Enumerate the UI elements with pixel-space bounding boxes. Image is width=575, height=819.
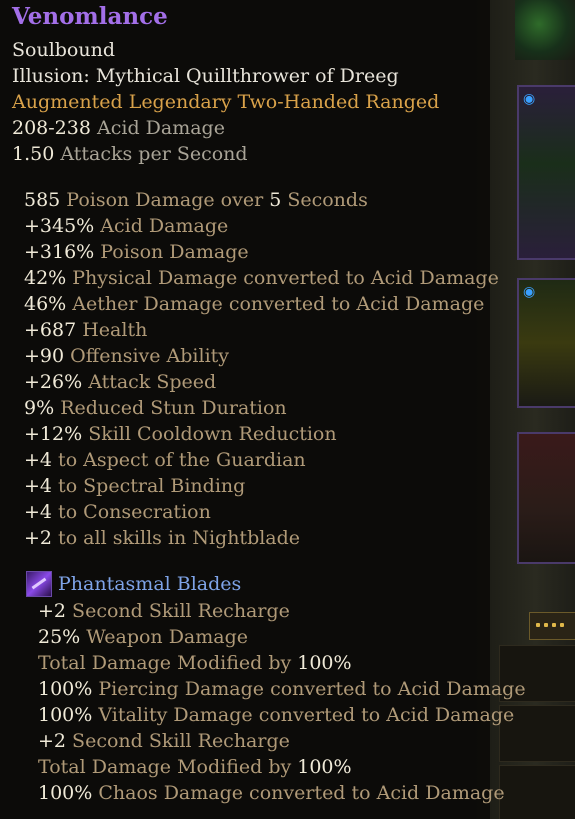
stat-value: 100%: [38, 704, 93, 726]
stat-label: Health: [76, 319, 148, 341]
stat-value: +2: [38, 600, 67, 622]
stat-label: Total Damage Modified by: [38, 756, 292, 778]
stat-line: 585 Poison Damage over 5 Seconds: [24, 187, 368, 213]
stat-label: Physical Damage converted to Acid Damage: [66, 267, 499, 289]
stat-label: Reduced Stun Duration: [54, 397, 287, 419]
stat-value: +4: [24, 475, 53, 497]
item-binding: Soulbound: [12, 39, 116, 61]
stat-line: +90 Offensive Ability: [24, 343, 229, 369]
stat-label: Weapon Damage: [80, 626, 249, 648]
stat-label: Seconds: [281, 189, 368, 211]
stat-value: +90: [24, 345, 65, 367]
stat-value: 100%: [291, 756, 352, 778]
stat-value: +2: [38, 730, 67, 752]
stat-line: +687 Health: [24, 317, 147, 343]
stat-label: to Consecration: [52, 501, 211, 523]
equipment-slot-belt[interactable]: [499, 765, 575, 819]
game-screen: ◉ ◉ Venomlance Soulbound Illusion: Mythi…: [0, 0, 575, 819]
stat-line: +4 to Aspect of the Guardian: [24, 447, 306, 473]
skill-modifier-line: 100% Chaos Damage converted to Acid Dama…: [38, 780, 505, 806]
skill-modifier-line: 100% Piercing Damage converted to Acid D…: [38, 676, 526, 702]
stat-value: 100%: [291, 652, 352, 674]
stat-label: Aether Damage converted to Acid Damage: [66, 293, 485, 315]
stat-value: +316%: [24, 241, 95, 263]
item-illusion: Illusion: Mythical Quillthrower of Dreeg: [12, 65, 399, 87]
attack-speed: 1.50 Attacks per Second: [12, 143, 248, 165]
stat-value: 5: [263, 189, 282, 211]
stat-value: 42%: [24, 267, 67, 289]
stat-value: 25%: [38, 626, 81, 648]
stat-value: 100%: [38, 782, 93, 804]
stat-label: Poison Damage: [94, 241, 249, 263]
character-portrait-fragment: [515, 0, 575, 60]
equipment-slot-shoulders[interactable]: ◉: [517, 278, 575, 408]
granted-skill-name: Phantasmal Blades: [58, 573, 242, 595]
stat-value: +2: [24, 527, 53, 549]
equipment-slot-legs[interactable]: [517, 432, 575, 564]
stat-line: +26% Attack Speed: [24, 369, 216, 395]
stat-line: 42% Physical Damage converted to Acid Da…: [24, 265, 499, 291]
stat-label: Skill Cooldown Reduction: [82, 423, 337, 445]
stat-value: +26%: [24, 371, 83, 393]
eye-icon[interactable]: ◉: [523, 284, 535, 300]
skill-modifier-line: Total Damage Modified by 100%: [38, 650, 352, 676]
stat-value: +4: [24, 449, 53, 471]
skill-modifier-line: 100% Vitality Damage converted to Acid D…: [38, 702, 514, 728]
stat-label: Vitality Damage converted to Acid Damage: [92, 704, 515, 726]
stat-line: +4 to Consecration: [24, 499, 211, 525]
stat-value: +4: [24, 501, 53, 523]
item-tooltip: Venomlance Soulbound Illusion: Mythical …: [0, 0, 526, 819]
skill-modifier-line: +2 Second Skill Recharge: [38, 598, 290, 624]
stat-label: Attack Speed: [82, 371, 217, 393]
stat-value: +12%: [24, 423, 83, 445]
phantasmal-blades-icon: [26, 571, 52, 597]
stat-value: +687: [24, 319, 77, 341]
stat-label: Poison Damage over: [60, 189, 264, 211]
stat-value: 9%: [24, 397, 55, 419]
item-name: Venomlance: [12, 3, 168, 30]
stat-label: Acid Damage: [94, 215, 229, 237]
item-type: Augmented Legendary Two-Handed Ranged: [12, 91, 440, 113]
base-damage: 208-238 Acid Damage: [12, 117, 225, 139]
stat-label: Piercing Damage converted to Acid Damage: [92, 678, 526, 700]
stat-value: +345%: [24, 215, 95, 237]
stat-line: +4 to Spectral Binding: [24, 473, 245, 499]
equipment-slot-chest[interactable]: ◉: [517, 85, 575, 260]
stat-label: to Spectral Binding: [52, 475, 246, 497]
stat-line: +316% Poison Damage: [24, 239, 249, 265]
stat-line: 46% Aether Damage converted to Acid Dama…: [24, 291, 484, 317]
stat-label: to Aspect of the Guardian: [52, 449, 306, 471]
skill-modifier-line: +2 Second Skill Recharge: [38, 728, 290, 754]
eye-icon[interactable]: ◉: [523, 91, 535, 107]
stat-value: 585: [24, 189, 61, 211]
stat-label: Chaos Damage converted to Acid Damage: [92, 782, 505, 804]
stat-label: Second Skill Recharge: [66, 600, 290, 622]
stat-line: +2 to all skills in Nightblade: [24, 525, 300, 551]
stat-label: to all skills in Nightblade: [52, 527, 301, 549]
stat-value: 100%: [38, 678, 93, 700]
stat-value: 46%: [24, 293, 67, 315]
stat-label: Total Damage Modified by: [38, 652, 292, 674]
stat-line: +345% Acid Damage: [24, 213, 228, 239]
gold-bar: [529, 612, 575, 640]
skill-modifier-line: 25% Weapon Damage: [38, 624, 248, 650]
stat-label: Offensive Ability: [64, 345, 230, 367]
stat-line: 9% Reduced Stun Duration: [24, 395, 287, 421]
stat-label: Second Skill Recharge: [66, 730, 290, 752]
stat-line: +12% Skill Cooldown Reduction: [24, 421, 337, 447]
skill-modifier-line: Total Damage Modified by 100%: [38, 754, 352, 780]
